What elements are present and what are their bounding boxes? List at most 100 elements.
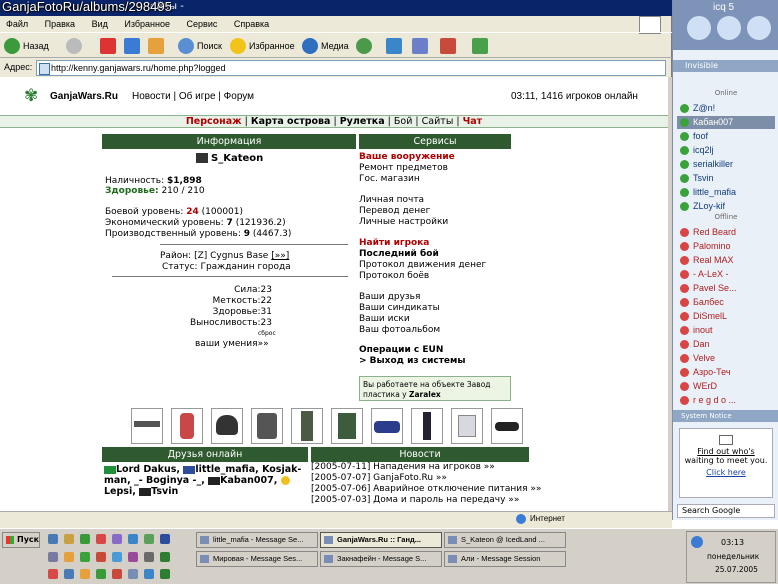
quicklaunch-icon[interactable]	[80, 552, 90, 562]
ad-link[interactable]: Click here	[680, 468, 772, 477]
menu-file[interactable]: Файл	[6, 16, 28, 32]
task-ali[interactable]: Али - Message Session	[444, 551, 566, 567]
icq-flower-icon[interactable]	[687, 16, 711, 40]
skills-link[interactable]: ваши умения»»	[195, 339, 269, 350]
task-ganjawars[interactable]: GanjaWars.Ru :: Ганд...	[320, 532, 442, 548]
service-shop[interactable]: Гос. магазин	[359, 174, 420, 185]
friend-little-mafia[interactable]: little_mafia	[195, 464, 255, 475]
boots-icon[interactable]	[331, 408, 363, 444]
quicklaunch-icon[interactable]	[160, 569, 170, 579]
quicklaunch-icon[interactable]	[80, 569, 90, 579]
icq-status[interactable]: Invisible	[673, 60, 778, 72]
phone-icon[interactable]	[411, 408, 443, 444]
site-nav[interactable]: Новости | Об игре | Форум	[132, 91, 254, 102]
service-battle-log[interactable]: Протокол боёв	[359, 271, 429, 282]
friend-lord-dakus[interactable]: Lord Dakus	[116, 464, 176, 475]
pads-icon[interactable]	[451, 408, 483, 444]
refresh-button[interactable]	[124, 36, 140, 56]
nav-sites[interactable]: Сайты	[422, 116, 454, 127]
contact-item[interactable]: icq2lj	[677, 144, 775, 157]
quicklaunch-icon[interactable]	[144, 534, 154, 544]
quicklaunch-icon[interactable]	[64, 534, 74, 544]
extension-button[interactable]	[472, 36, 488, 56]
quicklaunch-icon[interactable]	[64, 552, 74, 562]
friend-boginya[interactable]: _- Boginya -_	[134, 475, 201, 486]
contact-item[interactable]: Pavel Se...	[677, 282, 775, 295]
task-little-mafia[interactable]: little_mafia - Message Se...	[196, 532, 318, 548]
contact-item[interactable]: Red Beard	[677, 226, 775, 239]
home-button[interactable]	[148, 36, 164, 56]
menu-favorites[interactable]: Избранное	[124, 16, 170, 32]
search-button[interactable]: Поиск	[178, 36, 222, 56]
quicklaunch-icon[interactable]	[128, 534, 138, 544]
contact-item[interactable]: little_mafia	[677, 186, 775, 199]
quicklaunch-icon[interactable]	[48, 569, 58, 579]
quicklaunch-icon[interactable]	[80, 534, 90, 544]
nav-map[interactable]: Карта острова	[251, 116, 331, 127]
news-item[interactable]: [2005-07-07] GanjaFoto.Ru »»	[311, 473, 447, 484]
contact-item[interactable]: DiSmelL	[677, 310, 775, 323]
contact-item[interactable]: Азро-Теч	[677, 366, 775, 379]
icq-search-icon[interactable]	[717, 16, 741, 40]
font-button[interactable]	[412, 36, 428, 56]
back-button[interactable]: Назад	[4, 36, 49, 56]
friend-tsvin[interactable]: Tsvin	[151, 486, 178, 497]
service-settings[interactable]: Личные настройки	[359, 217, 448, 228]
reset-link[interactable]: сброс	[258, 330, 276, 337]
quicklaunch-icon[interactable]	[96, 552, 106, 562]
contact-item[interactable]: Z@n!	[677, 102, 775, 115]
contact-item[interactable]: Tsvin	[677, 172, 775, 185]
task-zaknafein[interactable]: Закнафейн - Message S...	[320, 551, 442, 567]
suit-icon[interactable]	[291, 408, 323, 444]
service-transfer[interactable]: Перевод денег	[359, 206, 430, 217]
news-item[interactable]: [2005-07-06] Аварийное отключение питани…	[311, 484, 541, 495]
service-repair[interactable]: Ремонт предметов	[359, 163, 448, 174]
service-mail[interactable]: Личная почта	[359, 195, 424, 206]
quicklaunch-icon[interactable]	[144, 552, 154, 562]
quicklaunch-icon[interactable]	[128, 569, 138, 579]
forward-button[interactable]	[66, 36, 82, 56]
contact-item[interactable]: ZLoy-kif	[677, 200, 775, 213]
favorites-button[interactable]: Избранное	[230, 36, 295, 56]
task-world[interactable]: Мировая - Message Ses...	[196, 551, 318, 567]
media-button[interactable]: Медиа	[302, 36, 349, 56]
contact-item[interactable]: Real MAX	[677, 254, 775, 267]
service-weapons[interactable]: Ваше вооружение	[359, 152, 455, 163]
menu-view[interactable]: Вид	[92, 16, 108, 32]
nav-character[interactable]: Персонаж	[186, 116, 242, 127]
mail-button[interactable]	[386, 36, 402, 56]
task-icedland[interactable]: S_Kateon @ IcedLand ...	[444, 532, 566, 548]
icq-games-icon[interactable]	[747, 16, 771, 40]
car-icon[interactable]	[371, 408, 403, 444]
service-find-player[interactable]: Найти игрока	[359, 238, 429, 249]
quicklaunch-icon[interactable]	[112, 552, 122, 562]
contact-item[interactable]: Dan	[677, 338, 775, 351]
nav-battle[interactable]: Бой	[394, 116, 413, 127]
quicklaunch-icon[interactable]	[112, 534, 122, 544]
logout-link[interactable]: > Выход из системы	[359, 356, 466, 367]
quicklaunch-icon[interactable]	[112, 569, 122, 579]
encoding-button[interactable]	[440, 36, 456, 56]
district-link[interactable]: [»»]	[271, 251, 289, 261]
menu-help[interactable]: Справка	[234, 16, 269, 32]
quicklaunch-icon[interactable]	[48, 552, 58, 562]
contact-item[interactable]: Кабан007	[677, 116, 775, 129]
contact-item[interactable]: foof	[677, 130, 775, 143]
menu-edit[interactable]: Правка	[45, 16, 75, 32]
contact-item[interactable]: - A-LeX -	[677, 268, 775, 281]
service-syndicates[interactable]: Ваши синдикаты	[359, 303, 440, 314]
quicklaunch-icon[interactable]	[96, 569, 106, 579]
contact-item[interactable]: inout	[677, 324, 775, 337]
armor-icon[interactable]	[171, 408, 203, 444]
contact-item[interactable]: Palomino	[677, 240, 775, 253]
google-search-input[interactable]: Search Google	[677, 504, 775, 518]
contact-item[interactable]: Velve	[677, 352, 775, 365]
news-item[interactable]: [2005-07-03] Дома и пароль на передачу »…	[311, 495, 519, 506]
owner-link[interactable]: Zaralex	[409, 390, 441, 399]
player-name[interactable]: S_Kateon	[196, 153, 263, 164]
site-title[interactable]: GanjaWars.Ru	[50, 91, 118, 102]
service-last-battle[interactable]: Последний бой	[359, 249, 439, 260]
address-input[interactable]: http://kenny.ganjawars.ru/home.php?logge…	[36, 60, 666, 76]
helmet-icon[interactable]	[211, 408, 243, 444]
quicklaunch-icon[interactable]	[128, 552, 138, 562]
